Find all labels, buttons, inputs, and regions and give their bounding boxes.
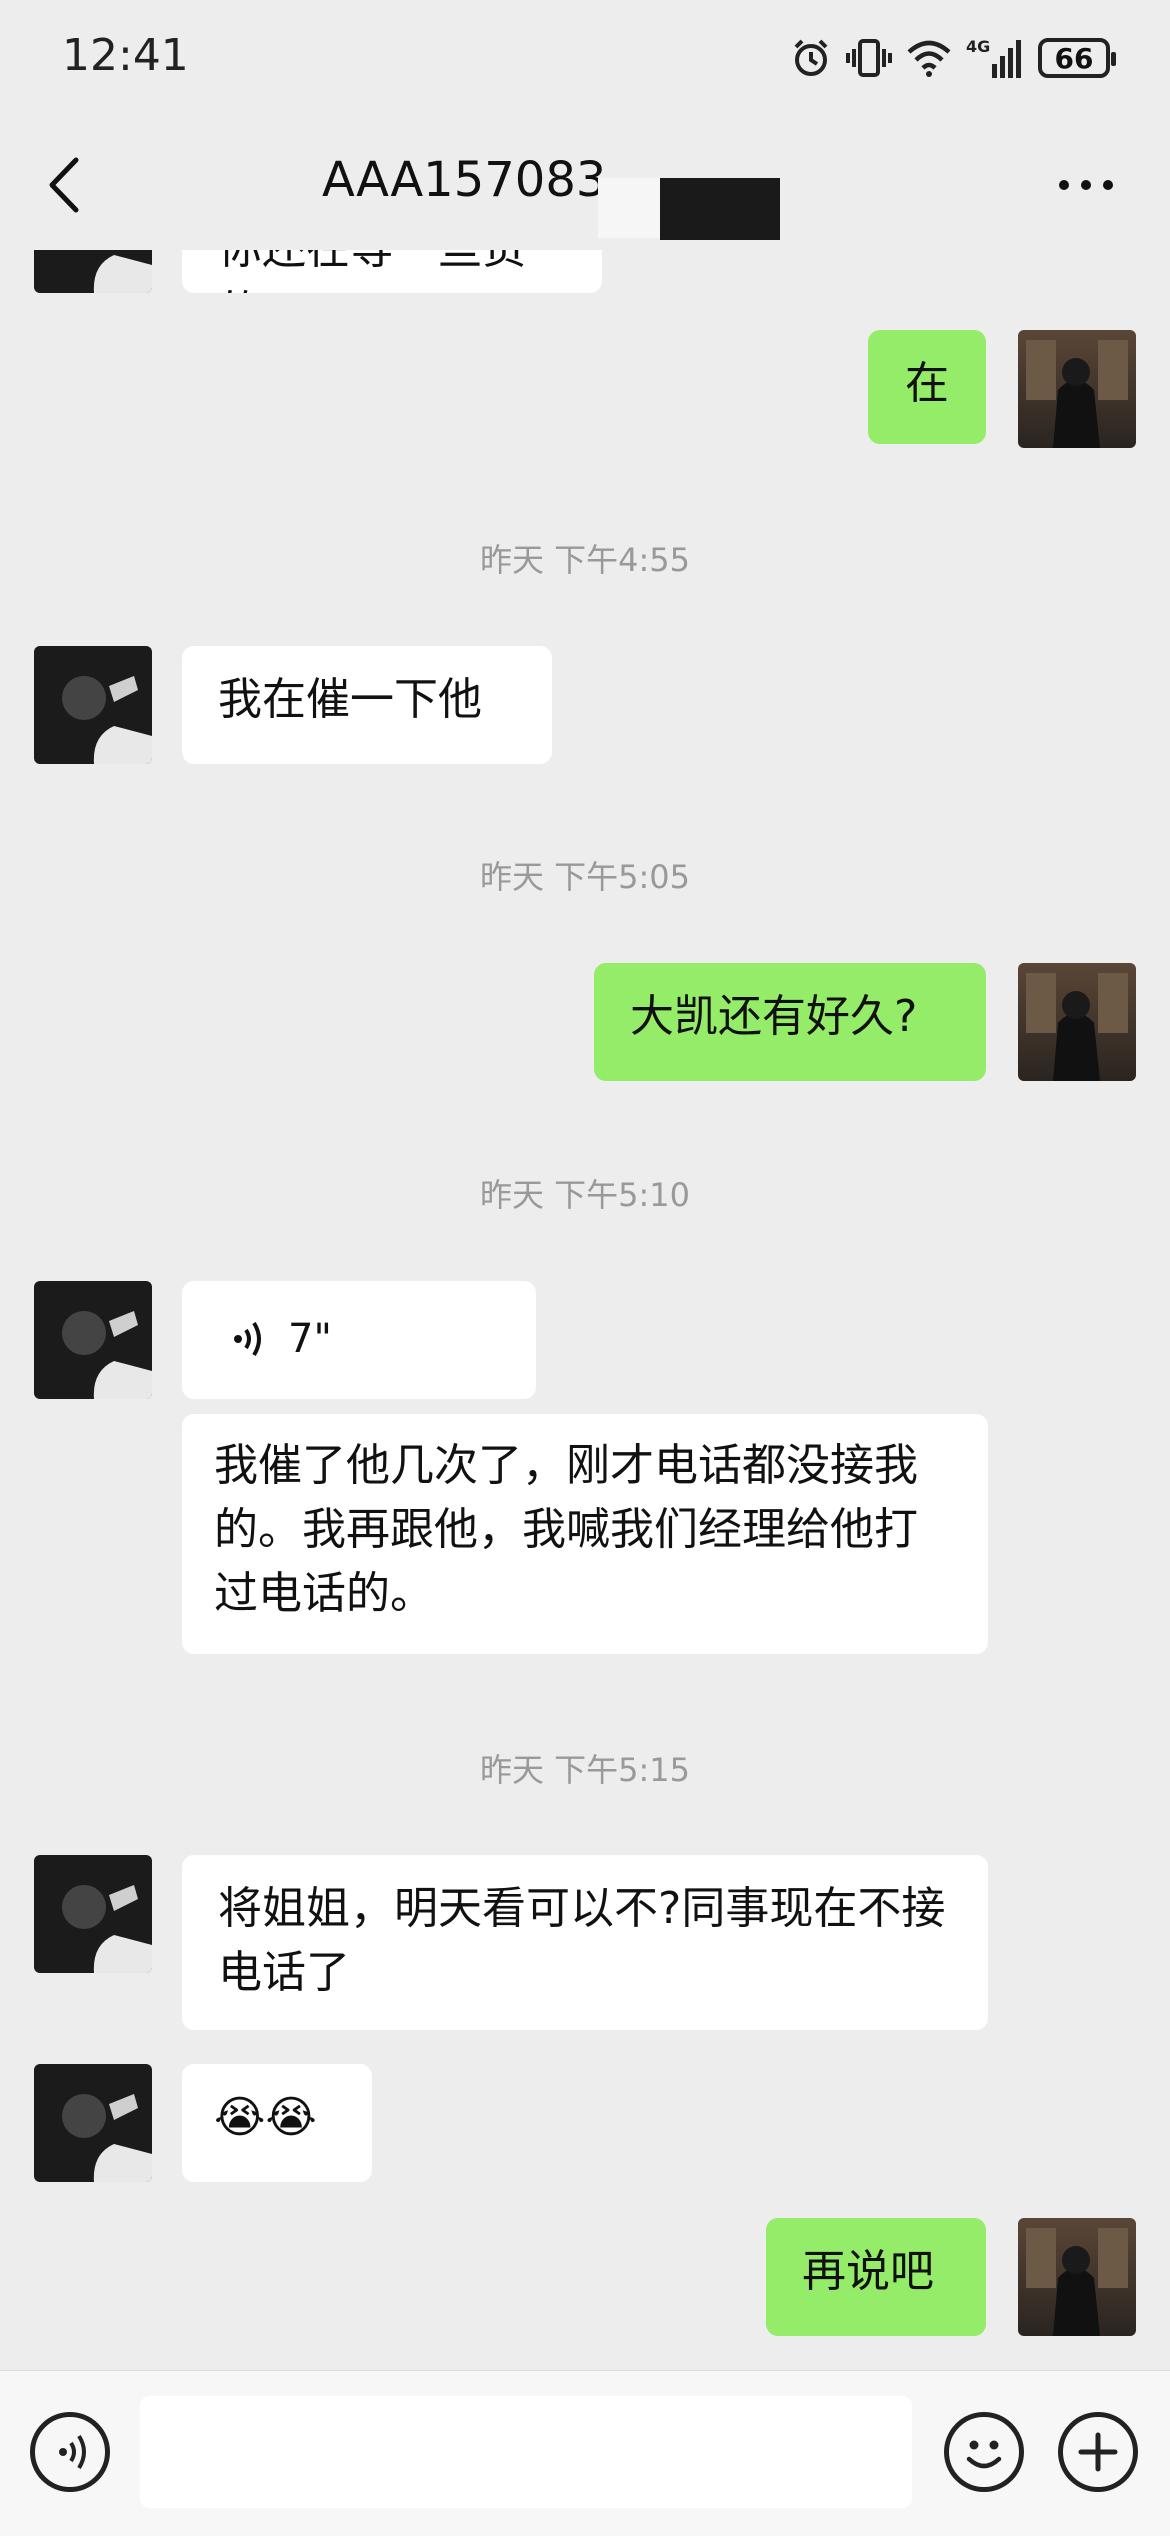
message-text: 我催了他几次了，刚才电话都没接我的。我再跟他，我喊我们经理给他打过电话的。: [214, 1440, 918, 1619]
voice-wave-icon: [234, 1321, 261, 1357]
redaction-block: [660, 178, 780, 240]
status-icons: 4G 66: [790, 28, 1116, 88]
contact-avatar[interactable]: [34, 1281, 152, 1399]
message-text: 我在催一下他: [218, 674, 482, 725]
my-avatar[interactable]: [1018, 963, 1136, 1081]
timestamp: 昨天 下午4:55: [479, 541, 691, 579]
timestamp: 昨天 下午5:05: [479, 858, 691, 896]
more-icon[interactable]: [1056, 170, 1116, 200]
back-icon[interactable]: [40, 150, 90, 220]
my-avatar[interactable]: [1018, 330, 1136, 448]
vibrate-icon: [846, 39, 892, 77]
battery-icon: 66: [1038, 38, 1116, 78]
voice-duration: 7": [288, 1316, 332, 1362]
message-bubble-outgoing: 在: [868, 330, 986, 444]
svg-text:4G: 4G: [966, 37, 990, 56]
emoji-message: 😭😭: [214, 2092, 317, 2143]
redaction-block: [598, 178, 668, 238]
message-input[interactable]: [140, 2396, 912, 2508]
message-text: 大凯还有好久?: [630, 991, 918, 1042]
message-text: 再说吧: [802, 2246, 934, 2297]
timestamp: 昨天 下午5:15: [479, 1751, 691, 1789]
voice-message-bubble[interactable]: 7": [182, 1281, 536, 1399]
status-time: 12:41: [62, 30, 189, 81]
emoji-icon[interactable]: [944, 2412, 1024, 2492]
signal-icon: 4G: [966, 37, 1021, 78]
message-text: 将姐姐，明天看可以不?同事现在不接电话了: [218, 1883, 946, 1998]
alarm-icon: [794, 39, 828, 76]
voice-input-icon[interactable]: [30, 2412, 110, 2492]
my-avatar[interactable]: [1018, 2218, 1136, 2336]
message-bubble-incoming: 将姐姐，明天看可以不?同事现在不接电话了: [182, 1855, 988, 2030]
plus-icon[interactable]: [1058, 2412, 1138, 2492]
message-bubble-outgoing: 大凯还有好久?: [594, 963, 986, 1081]
contact-avatar[interactable]: [34, 1855, 152, 1973]
message-bubble-outgoing: 再说吧: [766, 2218, 986, 2336]
wifi-icon: [907, 40, 951, 77]
message-bubble-incoming: 我在催一下他: [182, 646, 552, 764]
message-text: 在: [905, 358, 949, 409]
contact-avatar[interactable]: [34, 646, 152, 764]
message-bubble-incoming: 我催了他几次了，刚才电话都没接我的。我再跟他，我喊我们经理给他打过电话的。: [182, 1414, 988, 1654]
status-bar: 12:41 4G 66: [0, 0, 1170, 120]
chat-title: AAA157083: [322, 152, 607, 208]
contact-avatar[interactable]: [34, 2064, 152, 2182]
battery-level: 66: [1054, 41, 1094, 75]
message-bubble-incoming: 😭😭: [182, 2064, 372, 2182]
timestamp: 昨天 下午5:10: [479, 1176, 691, 1214]
